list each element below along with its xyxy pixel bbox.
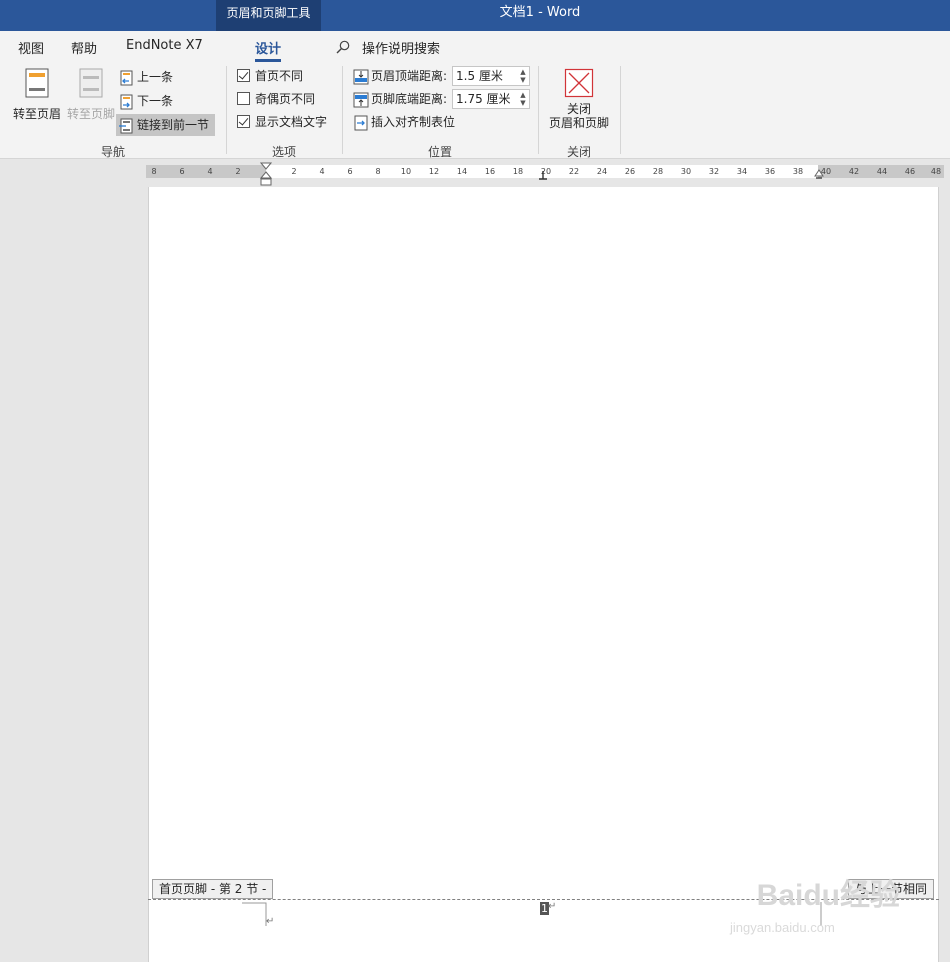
ruler-tick: 32	[708, 167, 720, 176]
search-icon[interactable]	[336, 40, 350, 54]
tab-view[interactable]: 视图	[18, 38, 44, 57]
paragraph-mark: ↵	[266, 916, 275, 927]
link-to-previous-icon	[119, 118, 133, 133]
ruler-tick: 48	[930, 167, 942, 176]
tell-me-search[interactable]: 操作说明搜索	[362, 38, 440, 57]
ruler-tick: 46	[904, 167, 916, 176]
tab-endnote[interactable]: EndNote X7	[126, 38, 203, 53]
ruler-tick: 14	[456, 167, 468, 176]
goto-footer-label: 转至页脚	[66, 107, 115, 121]
group-divider	[538, 66, 539, 154]
document-title: 文档1 - Word	[499, 5, 581, 20]
ruler-tick: 34	[736, 167, 748, 176]
previous-label: 上一条	[137, 70, 174, 84]
checkbox-checked[interactable]	[237, 115, 250, 128]
goto-header-button[interactable]: 转至页眉	[10, 68, 64, 122]
indent-marker-icon[interactable]	[260, 162, 272, 186]
checkbox-checked[interactable]	[237, 69, 250, 82]
spinner-arrows-icon[interactable]: ▲ ▼	[519, 91, 527, 107]
ruler-tick: 10	[400, 167, 412, 176]
link-to-previous-label: 链接到前一节	[137, 118, 210, 132]
show-document-text-checkbox[interactable]: 显示文档文字	[237, 114, 327, 130]
ribbon-tabs: 视图 帮助 EndNote X7 设计	[0, 31, 950, 62]
insert-alignment-tab-button[interactable]: 插入对齐制表位	[353, 112, 455, 132]
group-label-navigation: 导航	[100, 145, 125, 159]
ruler-tick: 2	[291, 167, 297, 176]
insert-alignment-tab-label: 插入对齐制表位	[371, 115, 456, 129]
different-odd-even-label: 奇偶页不同	[255, 92, 316, 106]
ruler-tick: 8	[151, 167, 157, 176]
link-to-previous-button[interactable]: 链接到前一节	[116, 114, 216, 136]
previous-icon	[120, 70, 133, 85]
goto-footer-icon	[79, 68, 103, 98]
ruler-tick: 22	[568, 167, 580, 176]
different-first-page-checkbox[interactable]: 首页不同	[237, 68, 303, 84]
group-divider	[620, 66, 621, 154]
goto-header-icon	[25, 68, 49, 98]
footer-section-tag: 首页页脚 - 第 2 节 -	[152, 879, 274, 899]
ruler-tick: 8	[375, 167, 381, 176]
header-from-top-spinner[interactable]: 1.5 厘米 ▲ ▼	[452, 66, 530, 86]
close-header-footer-button[interactable]: 关闭 页眉和页脚	[544, 68, 614, 130]
group-label-close: 关闭	[566, 145, 591, 159]
footer-from-bottom-row: 页脚底端距离:	[353, 89, 447, 109]
next-icon	[120, 94, 133, 109]
footer-from-bottom-spinner[interactable]: 1.75 厘米 ▲ ▼	[452, 89, 530, 109]
ruler-tick: 28	[652, 167, 664, 176]
spinner-arrows-icon[interactable]: ▲ ▼	[519, 68, 527, 84]
footer-from-bottom-value: 1.75 厘米	[456, 92, 511, 106]
footer-position-icon	[353, 92, 369, 107]
baidu-watermark-url: jingyan.baidu.com	[730, 920, 835, 935]
group-label-position: 位置	[427, 145, 452, 159]
previous-button[interactable]: 上一条	[120, 66, 173, 88]
paragraph-mark: ↵	[548, 901, 557, 912]
close-label-line1: 关闭	[566, 102, 591, 116]
tab-help[interactable]: 帮助	[71, 38, 97, 57]
ribbon: 转至页眉 转至页脚 上一条 下一条 链接到前一节 导航 首页不同 奇偶页不同 显…	[0, 62, 950, 159]
baidu-watermark: Baidu经验	[756, 879, 900, 912]
ruler-tick: 6	[179, 167, 185, 176]
checkbox-unchecked[interactable]	[237, 92, 250, 105]
title-bar: 页眉和页脚工具 文档1 - Word	[0, 0, 950, 31]
group-divider	[226, 66, 227, 154]
next-label: 下一条	[137, 94, 174, 108]
ruler-tick: 12	[428, 167, 440, 176]
show-document-text-label: 显示文档文字	[255, 115, 328, 129]
goto-header-label: 转至页眉	[12, 107, 61, 121]
tab-design[interactable]: 设计	[255, 38, 282, 62]
different-odd-even-checkbox[interactable]: 奇偶页不同	[237, 91, 315, 107]
ruler-tick: 4	[319, 167, 325, 176]
ruler-tick: 4	[207, 167, 213, 176]
ruler-tick: 26	[624, 167, 636, 176]
ruler-tick: 16	[484, 167, 496, 176]
goto-footer-button[interactable]: 转至页脚	[64, 68, 118, 122]
close-label-line2: 页眉和页脚	[548, 116, 609, 130]
different-first-page-label: 首页不同	[255, 69, 304, 83]
group-divider	[342, 66, 343, 154]
alignment-tab-icon	[354, 115, 368, 130]
ruler-tick: 18	[512, 167, 524, 176]
next-button[interactable]: 下一条	[120, 90, 173, 112]
center-tab-stop-icon[interactable]	[538, 170, 548, 180]
ruler-tick: 42	[848, 167, 860, 176]
ruler-tick: 44	[876, 167, 888, 176]
header-position-icon	[353, 69, 369, 84]
header-from-top-label: 页眉顶端距离:	[371, 69, 448, 83]
header-from-top-row: 页眉顶端距离:	[353, 66, 447, 86]
ruler-left-margin	[146, 165, 266, 178]
group-label-options: 选项	[271, 145, 296, 159]
ruler-tick: 30	[680, 167, 692, 176]
close-icon	[564, 68, 594, 98]
ruler-tick: 24	[596, 167, 608, 176]
header-from-top-value: 1.5 厘米	[456, 69, 503, 83]
ruler-tick: 2	[235, 167, 241, 176]
ruler-tick: 38	[792, 167, 804, 176]
document-page[interactable]	[148, 187, 939, 962]
ruler-tick: 6	[347, 167, 353, 176]
context-tab-header-footer-tools[interactable]: 页眉和页脚工具	[216, 0, 321, 31]
ruler-tick: 36	[764, 167, 776, 176]
footer-from-bottom-label: 页脚底端距离:	[371, 92, 448, 106]
right-indent-marker-icon[interactable]	[814, 169, 824, 181]
